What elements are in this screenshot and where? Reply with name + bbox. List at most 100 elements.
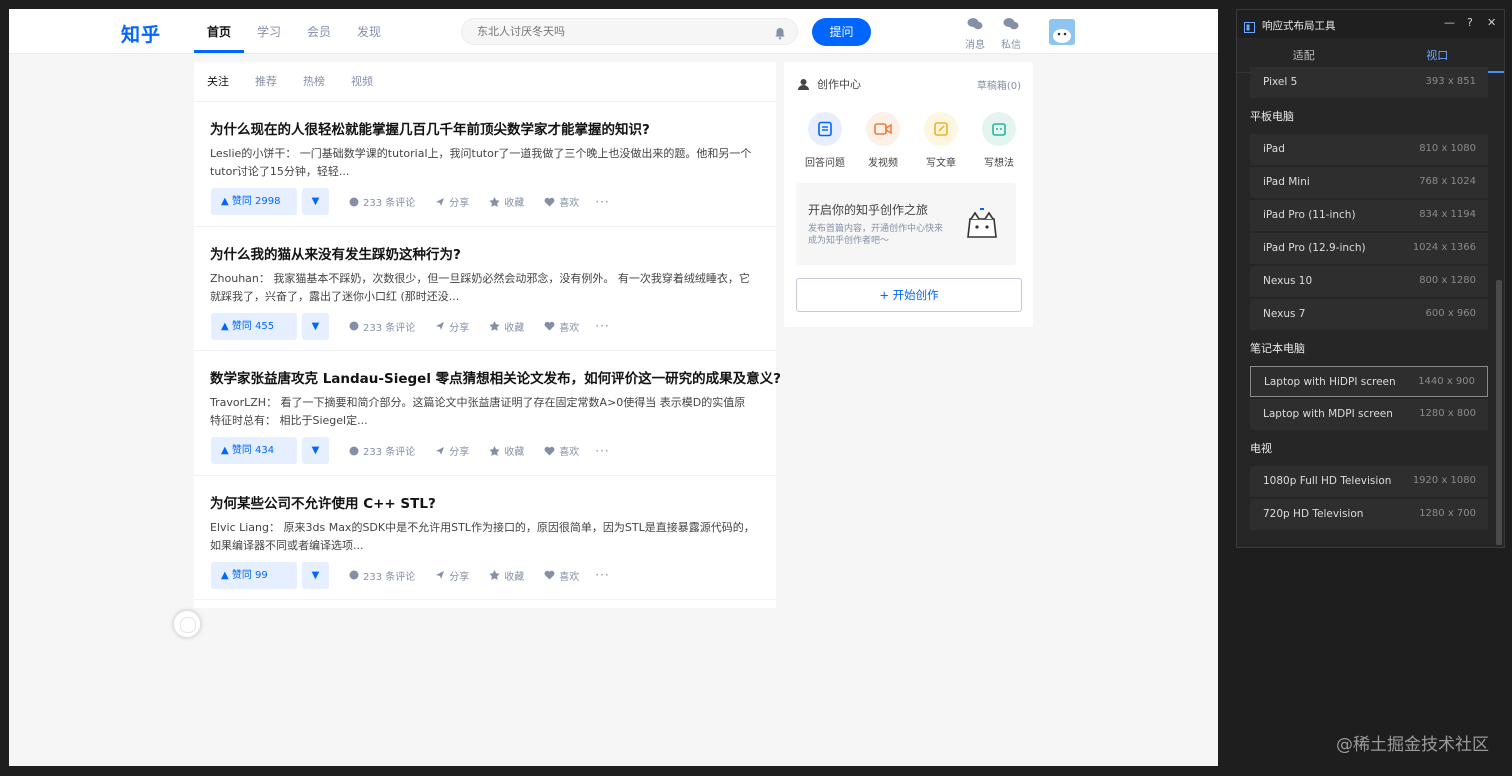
like-label: 喜欢 <box>559 447 580 458</box>
like-button[interactable]: 喜欢 <box>544 319 579 334</box>
device-item[interactable]: Laptop with MDPI screen 1280 x 800 <box>1250 399 1488 430</box>
device-size: 1280 x 800 <box>1419 408 1476 419</box>
answer-icon <box>808 112 842 146</box>
tab-recommend[interactable]: 推荐 <box>255 62 277 101</box>
panel-scrollbar[interactable] <box>1496 280 1502 545</box>
tab-follow[interactable]: 关注 <box>207 62 229 101</box>
nav-discover[interactable]: 发现 <box>344 9 394 54</box>
share-button[interactable]: 分享 <box>435 319 469 334</box>
answer-question-button[interactable]: 回答问题 <box>796 112 854 169</box>
like-button[interactable]: 喜欢 <box>544 443 579 458</box>
like-label: 喜欢 <box>559 322 580 334</box>
downvote-button[interactable]: ▼ <box>302 188 329 215</box>
search-input[interactable] <box>477 25 757 38</box>
answer-label: 回答问题 <box>805 158 845 169</box>
comments-button[interactable]: 233 条评论 <box>349 568 415 583</box>
collect-label: 收藏 <box>504 571 525 583</box>
avatar[interactable] <box>1049 19 1075 45</box>
video-icon <box>866 112 900 146</box>
start-creating-button[interactable]: + 开始创作 <box>796 278 1022 312</box>
device-name: iPad <box>1263 143 1285 155</box>
share-button[interactable]: 分享 <box>435 443 469 458</box>
item-title[interactable]: 为什么我的猫从来没有发生踩奶这种行为? <box>210 243 760 263</box>
device-item[interactable]: iPad Pro (11-inch) 834 x 1194 <box>1250 200 1488 231</box>
device-item[interactable]: iPad Pro (12.9-inch) 1024 x 1366 <box>1250 233 1488 264</box>
minimize-button[interactable]: — <box>1444 16 1455 29</box>
share-icon <box>436 322 445 330</box>
comments-button[interactable]: 233 条评论 <box>349 443 415 458</box>
more-button[interactable]: ··· <box>595 568 609 582</box>
device-item[interactable]: Pixel 5 393 x 851 <box>1250 67 1488 98</box>
write-article-button[interactable]: 写文章 <box>912 112 970 169</box>
like-button[interactable]: 喜欢 <box>544 194 579 209</box>
item-excerpt[interactable]: Elvic Liang： 原来3ds Max的SDK中是不允许用STL作为接口的… <box>210 519 756 555</box>
more-button[interactable]: ··· <box>595 195 609 209</box>
close-button[interactable]: ✕ <box>1487 16 1496 29</box>
downvote-button[interactable]: ▼ <box>302 561 329 589</box>
messages-button[interactable]: 消息 <box>962 16 988 51</box>
device-item[interactable]: iPad 810 x 1080 <box>1250 134 1488 165</box>
downvote-button[interactable]: ▼ <box>302 312 329 340</box>
share-button[interactable]: 分享 <box>435 194 469 209</box>
nav-member[interactable]: 会员 <box>294 9 344 54</box>
collect-button[interactable]: 收藏 <box>489 443 524 458</box>
upvote-button[interactable]: ▲ 赞同 434 <box>211 437 297 464</box>
device-item[interactable]: 720p HD Television 1280 x 700 <box>1250 499 1488 530</box>
share-button[interactable]: 分享 <box>435 568 469 583</box>
collect-label: 收藏 <box>504 198 525 209</box>
upvote-button[interactable]: ▲ 赞同 2998 <box>211 188 297 215</box>
device-item[interactable]: iPad Mini 768 x 1024 <box>1250 167 1488 198</box>
share-label: 分享 <box>449 447 470 458</box>
upvote-button[interactable]: ▲ 赞同 99 <box>211 561 297 589</box>
share-icon <box>436 197 445 206</box>
comments-button[interactable]: 233 条评论 <box>349 319 415 334</box>
item-title[interactable]: 数学家张益唐攻克 Landau-Siegel 零点猜想相关论文发布，如何评价这一… <box>210 367 781 387</box>
item-excerpt[interactable]: Leslie的小饼干： 一门基础数学课的tutorial上，我问tutor了一道… <box>210 145 756 181</box>
like-button[interactable]: 喜欢 <box>544 568 579 583</box>
panel-title: 响应式布局工具 <box>1262 20 1336 32</box>
collect-button[interactable]: 收藏 <box>489 568 524 583</box>
item-title[interactable]: 为何某些公司不允许使用 C++ STL? <box>210 492 760 512</box>
feed-item: 为什么我的猫从来没有发生踩奶这种行为? Zhouhan： 我家猫基本不踩奶，次数… <box>194 227 776 351</box>
more-button[interactable]: ··· <box>595 319 609 333</box>
drafts-link[interactable]: 草稿箱(0) <box>977 77 1021 92</box>
tab-hot[interactable]: 热榜 <box>303 62 325 101</box>
help-button[interactable]: ? <box>1467 16 1473 29</box>
more-button[interactable]: ··· <box>595 444 609 458</box>
device-item[interactable]: 1080p Full HD Television 1920 x 1080 <box>1250 466 1488 497</box>
device-name: 1080p Full HD Television <box>1263 475 1392 487</box>
device-name: Nexus 7 <box>1263 308 1306 320</box>
collect-button[interactable]: 收藏 <box>489 319 524 334</box>
upvote-button[interactable]: ▲ 赞同 455 <box>211 312 297 340</box>
private-messages-button[interactable]: 私信 <box>998 16 1024 51</box>
item-excerpt[interactable]: TravorLZH： 看了一下摘要和简介部分。这篇论文中张益唐证明了存在固定常数… <box>210 394 756 430</box>
downvote-button[interactable]: ▼ <box>302 437 329 464</box>
device-size: 1920 x 1080 <box>1412 475 1476 486</box>
comment-icon <box>349 446 359 455</box>
star-icon <box>489 570 500 580</box>
share-icon <box>436 571 445 579</box>
tab-video[interactable]: 视频 <box>351 62 373 101</box>
device-item[interactable]: Nexus 10 800 x 1280 <box>1250 266 1488 297</box>
comments-button[interactable]: 233 条评论 <box>349 194 415 209</box>
touch-cursor <box>172 609 202 639</box>
item-title[interactable]: 为什么现在的人很轻松就能掌握几百几千年前顶尖数学家才能掌握的知识? <box>210 118 760 138</box>
nav-home[interactable]: 首页 <box>194 9 245 54</box>
creator-center-header[interactable]: 创作中心 <box>798 76 861 92</box>
ask-button[interactable]: 提问 <box>812 18 871 46</box>
collect-label: 收藏 <box>504 447 525 458</box>
device-item-selected[interactable]: Laptop with HiDPI screen 1440 x 900 <box>1250 366 1488 397</box>
device-item[interactable]: Nexus 7 600 x 960 <box>1250 299 1488 330</box>
post-video-button[interactable]: 发视频 <box>854 112 912 169</box>
zhihu-logo[interactable]: 知乎 <box>121 20 161 47</box>
nav-learn[interactable]: 学习 <box>244 9 294 54</box>
device-name: iPad Pro (11-inch) <box>1263 209 1356 221</box>
collect-button[interactable]: 收藏 <box>489 194 524 209</box>
item-excerpt[interactable]: Zhouhan： 我家猫基本不踩奶，次数很少，但一旦踩奶必然会动邪念，没有例外。… <box>210 270 756 306</box>
device-list: Pixel 5 393 x 851 平板电脑 iPad 810 x 1080 iP… <box>1237 67 1497 532</box>
heart-icon <box>544 446 555 455</box>
heart-icon <box>544 570 555 580</box>
write-idea-button[interactable]: 写想法 <box>970 112 1028 169</box>
creator-center-title: 创作中心 <box>817 78 861 91</box>
search-icon[interactable] <box>774 25 786 44</box>
